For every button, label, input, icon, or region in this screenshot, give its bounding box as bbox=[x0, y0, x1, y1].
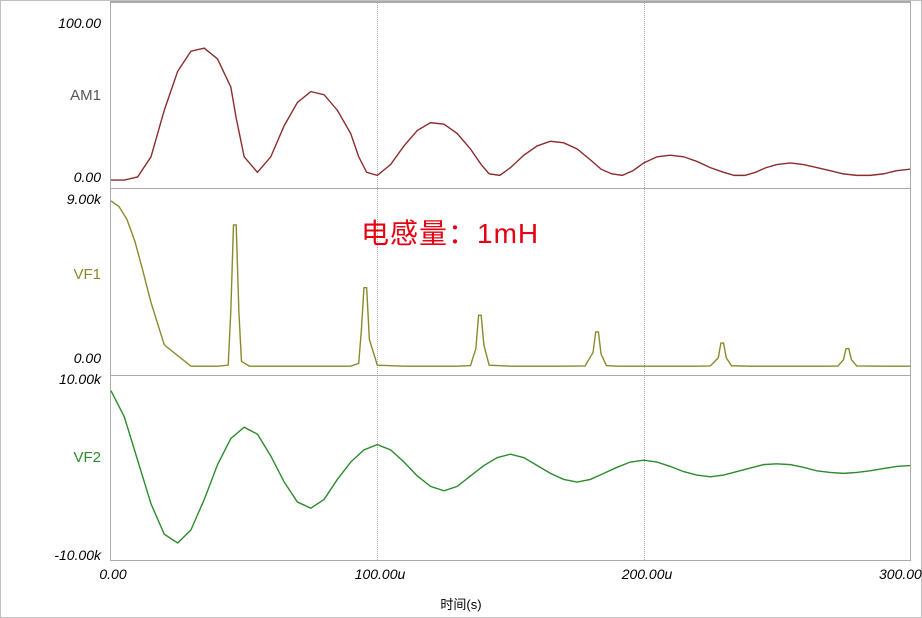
xtick-2: 200.00u bbox=[617, 566, 677, 582]
xtick-3: 300.00u bbox=[879, 566, 922, 582]
ytick-am1-min: 0.00 bbox=[21, 169, 101, 185]
ytick-am1-max: 100.00 bbox=[21, 15, 101, 31]
series-label-vf1: VF1 bbox=[1, 266, 101, 283]
series-label-vf2: VF2 bbox=[1, 449, 101, 466]
ytick-vf2-min: -10.00k bbox=[21, 547, 101, 563]
x-axis-title: 时间(s) bbox=[1, 594, 921, 613]
xtick-1: 100.00u bbox=[350, 566, 410, 582]
chart-container: AM1 VF1 VF2 100.00 0.00 9.00k 0.00 10.00… bbox=[0, 0, 922, 618]
xtick-0: 0.00 bbox=[83, 566, 143, 582]
ytick-vf1-max: 9.00k bbox=[21, 191, 101, 207]
annotation-text: 电感量：1mH bbox=[361, 212, 539, 252]
panel-vf2 bbox=[111, 375, 910, 562]
ytick-vf2-max: 10.00k bbox=[21, 371, 101, 387]
panel-am1 bbox=[111, 2, 910, 188]
trace-am1 bbox=[111, 3, 910, 188]
trace-vf2 bbox=[111, 376, 910, 562]
series-label-am1: AM1 bbox=[1, 87, 101, 104]
plot-area: 电感量：1mH bbox=[110, 1, 911, 561]
ytick-vf1-min: 0.00 bbox=[21, 350, 101, 366]
